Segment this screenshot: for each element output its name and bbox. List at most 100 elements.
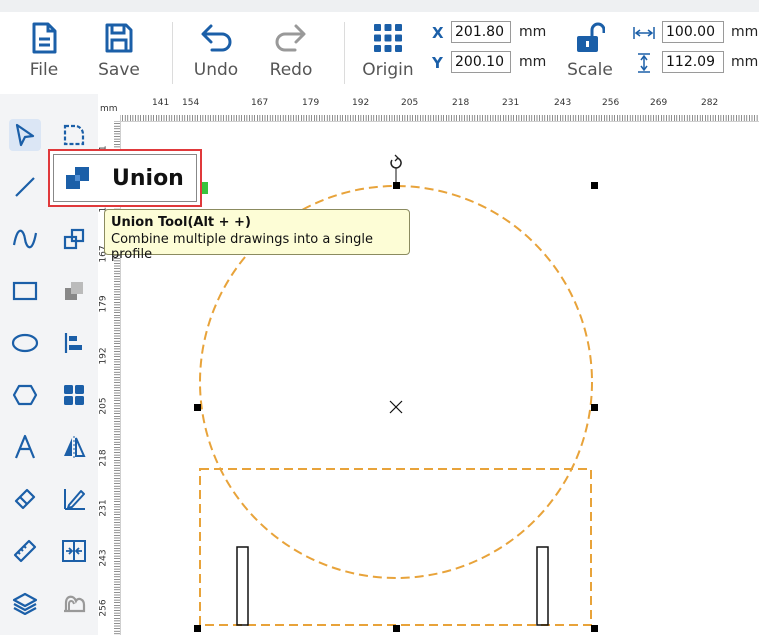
x-coord-input[interactable]: 201.80 <box>451 21 511 43</box>
fit-tool[interactable] <box>58 535 90 567</box>
redo-icon <box>275 24 306 52</box>
file-icon <box>32 22 57 54</box>
ellipse-icon <box>11 333 39 353</box>
right-slot-shape <box>536 546 549 626</box>
ruler-label: 256 <box>602 98 620 108</box>
rotate-handle-icon <box>390 154 402 169</box>
subtract-tool[interactable] <box>58 275 90 307</box>
offset-tool[interactable] <box>58 587 90 619</box>
undo-icon <box>201 24 232 52</box>
toolbar-divider <box>172 22 173 84</box>
ruler-label: 282 <box>701 98 719 108</box>
redo-button[interactable]: Redo <box>261 22 321 80</box>
eraser-icon <box>14 488 36 510</box>
selected-rectangle-shape <box>199 468 592 626</box>
ellipse-tool[interactable] <box>9 327 41 359</box>
pen-edit-icon <box>64 489 85 510</box>
origin-label: Origin <box>362 60 414 80</box>
ruler-label: 141 <box>152 98 170 108</box>
ruler-label: 179 <box>302 98 320 108</box>
ruler-label: 256 <box>98 599 109 617</box>
file-button[interactable]: File <box>14 22 74 80</box>
union-popup-button[interactable]: Union <box>53 154 197 202</box>
ruler-icon <box>13 539 37 563</box>
layers-tool[interactable] <box>9 587 41 619</box>
horizontal-ruler[interactable]: 141 154 167 179 192 205 218 231 243 256 269 282 <box>120 97 759 122</box>
fit-to-frame-icon <box>62 540 86 562</box>
save-label: Save <box>98 60 140 80</box>
x-unit-label: mm <box>519 24 547 40</box>
ruler-label: 243 <box>554 98 572 108</box>
ruler-label: 179 <box>98 295 109 313</box>
ruler-label: 243 <box>98 549 109 567</box>
save-button[interactable]: Save <box>89 22 149 80</box>
curve-icon <box>12 229 38 249</box>
ruler-label: 231 <box>98 499 109 517</box>
align-tool[interactable] <box>58 327 90 359</box>
hexagon-icon <box>12 384 38 406</box>
center-cross-marker <box>389 400 403 414</box>
file-label: File <box>29 60 59 80</box>
mirror-icon <box>64 436 86 458</box>
left-slot-shape <box>236 546 249 626</box>
array-tool[interactable] <box>58 379 90 411</box>
y-coord-input[interactable]: 200.10 <box>451 51 511 73</box>
select-tool[interactable] <box>9 119 41 151</box>
ruler-label: 192 <box>352 98 370 108</box>
ruler-label: 167 <box>251 98 269 108</box>
line-icon <box>15 177 35 197</box>
ruler-label: 205 <box>98 397 109 415</box>
edit-path-tool[interactable] <box>58 483 90 515</box>
offset-shape-icon <box>64 595 86 613</box>
undo-label: Undo <box>193 60 239 80</box>
origin-button[interactable]: Origin <box>358 22 418 80</box>
height-arrows-icon <box>638 53 650 73</box>
ruler-label: 218 <box>452 98 470 108</box>
rectangle-icon <box>12 281 38 301</box>
width-unit-label: mm <box>731 24 759 40</box>
pointer-icon <box>15 123 35 147</box>
union-popup-label: Union <box>112 165 184 191</box>
height-input[interactable]: 112.09 <box>662 51 724 73</box>
scale-label: Scale <box>567 60 613 80</box>
x-coord-label: X <box>432 24 444 42</box>
union-popup: Union <box>48 149 202 207</box>
curve-tool[interactable] <box>9 223 41 255</box>
measure-tool[interactable] <box>9 535 41 567</box>
text-tool[interactable] <box>9 431 41 463</box>
rounded-corner-icon <box>63 124 85 146</box>
ruler-unit-label: mm <box>100 104 118 114</box>
union-tool[interactable] <box>58 223 90 255</box>
tooltip-description: Combine multiple drawings into a single … <box>111 232 373 262</box>
eraser-tool[interactable] <box>9 483 41 515</box>
rectangle-tool[interactable] <box>9 275 41 307</box>
window-top-strip <box>0 0 759 12</box>
green-marker <box>202 182 208 194</box>
subtract-icon <box>65 282 83 300</box>
ruler-label: 231 <box>502 98 520 108</box>
polygon-tool[interactable] <box>9 379 41 411</box>
ruler-label: 269 <box>650 98 668 108</box>
ruler-label: 154 <box>182 98 200 108</box>
y-coord-label: Y <box>432 54 443 72</box>
line-tool[interactable] <box>9 171 41 203</box>
union-filled-icon <box>66 167 89 189</box>
tooltip-title: Union Tool(Alt + +) <box>111 215 251 230</box>
mirror-tool[interactable] <box>58 431 90 463</box>
width-input[interactable]: 100.00 <box>662 21 724 43</box>
height-unit-label: mm <box>731 54 759 70</box>
ruler-label: 205 <box>401 98 419 108</box>
unlock-icon <box>577 22 605 52</box>
edit-nodes-tool[interactable] <box>58 119 90 151</box>
union-icon <box>63 228 85 250</box>
top-toolbar: File Save Undo Redo Origin X 201.80 mm Y… <box>0 12 759 94</box>
text-icon <box>14 434 36 459</box>
scale-lock-button[interactable]: Scale <box>560 22 620 80</box>
grid-array-icon <box>64 385 84 405</box>
width-arrows-icon <box>633 27 655 39</box>
layers-icon <box>12 592 38 615</box>
redo-label: Redo <box>269 60 313 80</box>
undo-button[interactable]: Undo <box>186 22 246 80</box>
origin-grid-icon <box>374 24 402 52</box>
y-unit-label: mm <box>519 54 547 70</box>
